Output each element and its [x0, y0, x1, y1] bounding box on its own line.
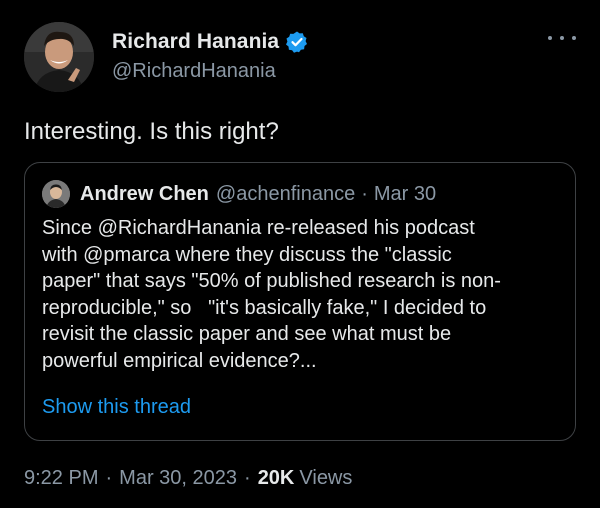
author-handle[interactable]: @RichardHanania — [112, 60, 309, 83]
more-dot — [572, 36, 576, 40]
display-name-row: Richard Hanania — [112, 28, 309, 56]
quoted-tweet-text: Since @RichardHanania re-released his po… — [42, 215, 562, 374]
views-count: 20K — [257, 467, 295, 489]
verified-badge-icon[interactable] — [285, 30, 309, 54]
quoted-text-line: revisit the classic paper and see what m… — [42, 323, 452, 345]
tweet-time[interactable]: 9:22 PM — [24, 467, 98, 490]
quoted-text-line: with @pmarca where they discuss the "cla… — [42, 243, 452, 266]
quoted-text-line: reproducible," so "it's basically fake,"… — [42, 296, 487, 319]
meta-separator: · — [105, 467, 113, 489]
tweet-meta: 9:22 PM · Mar 30, 2023 · 20K Views — [24, 467, 352, 490]
author-display-name[interactable]: Richard Hanania — [112, 30, 279, 54]
quoted-text-line: paper" that says "50% of published resea… — [42, 270, 501, 292]
tweet-text: Interesting. Is this right? — [24, 118, 279, 145]
quoted-author-avatar — [42, 180, 70, 208]
quoted-author-display-name: Andrew Chen — [80, 182, 209, 205]
quoted-text-line: powerful empirical evidence?... — [42, 349, 317, 372]
quoted-text-line: Since @RichardHanania re-released his po… — [42, 217, 475, 239]
quoted-date: Mar 30 — [373, 182, 437, 205]
quoted-tweet-card[interactable]: Andrew Chen @achenfinance · Mar 30 Since… — [24, 162, 576, 441]
quoted-tweet-header: Andrew Chen @achenfinance · Mar 30 — [42, 179, 436, 209]
show-thread-link[interactable]: Show this thread — [42, 396, 191, 419]
tweet-header: Richard Hanania @RichardHanania — [24, 22, 576, 94]
author-names: Richard Hanania @RichardHanania — [112, 28, 309, 83]
meta-separator: · — [244, 467, 251, 489]
quoted-author-handle: @achenfinance — [215, 182, 356, 205]
profile-photo-icon — [24, 22, 94, 92]
quoted-profile-photo-icon — [42, 180, 70, 208]
more-options-icon[interactable] — [548, 26, 576, 50]
quoted-separator: · — [361, 182, 368, 205]
more-dot — [548, 36, 552, 40]
tweet-date[interactable]: Mar 30, 2023 — [119, 467, 237, 490]
views-label: Views — [299, 467, 353, 489]
more-dot — [560, 36, 564, 40]
author-avatar[interactable] — [24, 22, 94, 92]
tweet: Richard Hanania @RichardHanania Interest… — [0, 0, 600, 508]
